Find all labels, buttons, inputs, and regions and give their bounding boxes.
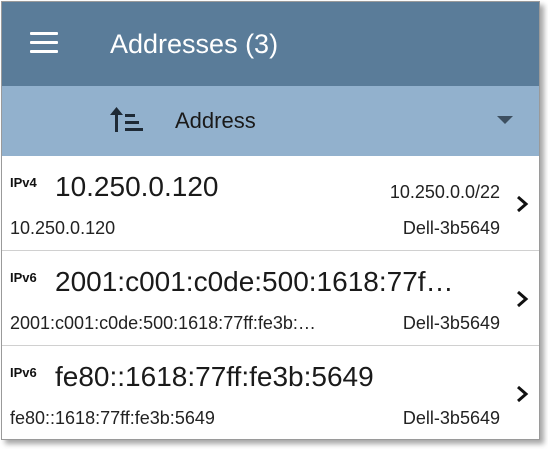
page-title: Addresses (3) [110,29,279,59]
sort-bar [2,86,539,156]
sort-field-select[interactable]: Address [175,106,256,136]
address-primary: 2001:c001:c0de:500:1618:77f… [55,266,454,297]
chevron-right-icon [517,195,529,213]
vendor-name: Dell-3b5649 [402,218,500,238]
sort-ascending-icon[interactable] [110,106,146,136]
hamburger-menu-icon[interactable] [30,32,58,54]
address-secondary: 2001:c001:c0de:500:1618:77ff:fe3b:… [10,313,316,333]
app-bar: Addresses (3) [2,2,539,86]
vendor-name: Dell-3b5649 [402,313,500,333]
address-primary: fe80::1618:77ff:fe3b:5649 [55,361,374,392]
ip-type-badge: IPv6 [10,365,37,380]
chevron-right-icon [517,385,529,403]
address-secondary: fe80::1618:77ff:fe3b:5649 [10,408,215,428]
address-secondary: 10.250.0.120 [10,218,116,238]
list-item[interactable]: IPv6 2001:c001:c0de:500:1618:77f… 2001:c… [2,251,539,346]
list-item[interactable]: IPv6 fe80::1618:77ff:fe3b:5649 fe80::161… [2,346,539,439]
app-window: Addresses (3) Address IPv4 10.250.0.120 … [1,1,540,440]
vendor-name: Dell-3b5649 [402,408,500,428]
list-item[interactable]: IPv4 10.250.0.120 10.250.0.0/22 10.250.0… [2,156,539,251]
ip-type-badge: IPv6 [10,270,37,285]
network-prefix: 10.250.0.0/22 [389,182,500,202]
dropdown-arrow-icon[interactable] [497,116,513,124]
ip-type-badge: IPv4 [10,175,37,190]
address-primary: 10.250.0.120 [55,171,219,202]
chevron-right-icon [517,290,529,308]
